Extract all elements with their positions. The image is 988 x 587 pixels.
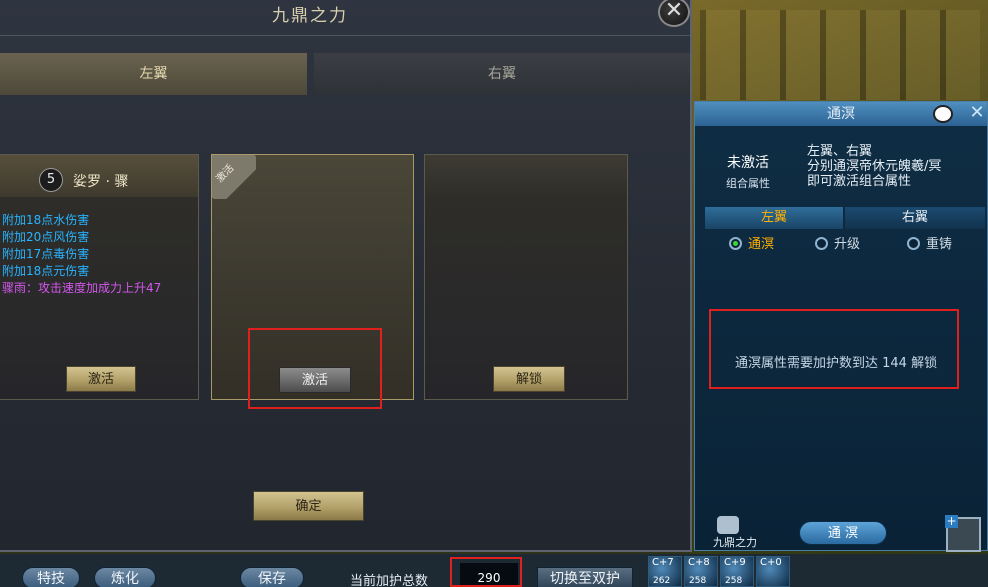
close-icon[interactable]: ✕ xyxy=(967,103,987,123)
card-header: 5 娑罗 · 骤 xyxy=(0,155,198,197)
status-subtext: 组合属性 xyxy=(726,177,770,190)
title-divider xyxy=(0,35,690,36)
confirm-button[interactable]: 确定 xyxy=(253,491,364,521)
total-label: 当前加护总数 xyxy=(350,574,429,587)
radio-selected-icon xyxy=(729,237,742,250)
nine-cauldron-window: 九鼎之力 左翼 右翼 5 娑罗 · 骤 附加18点水伤害 附加20点风伤害 附加… xyxy=(0,0,692,552)
switch-dual-button[interactable]: 切换至双护 xyxy=(537,567,633,587)
radio-upgrade[interactable]: 升级 xyxy=(815,234,860,256)
equipment-slot[interactable]: C+9 258 xyxy=(720,556,754,587)
tab-left-wing[interactable]: 左翼 xyxy=(0,53,307,95)
tongming-button[interactable]: 通 溟 xyxy=(799,521,887,545)
panel-tab-left-wing[interactable]: 左翼 xyxy=(705,207,843,229)
equipment-slot[interactable]: C+7 262 xyxy=(648,556,682,587)
activated-ribbon: 激活 xyxy=(212,155,256,199)
special-attribute: 骤雨：攻击速度加成力上升47 xyxy=(2,281,162,295)
highlight-frame xyxy=(709,309,959,389)
panel-tab-right-wing[interactable]: 右翼 xyxy=(845,207,985,229)
attribute-line: 附加18点元伤害 xyxy=(2,264,90,278)
wing-card-1: 5 娑罗 · 骤 附加18点水伤害 附加20点风伤害 附加17点毒伤害 附加18… xyxy=(0,154,199,400)
activate-button[interactable]: 激活 xyxy=(66,366,136,392)
cauldron-icon[interactable] xyxy=(717,516,739,534)
attribute-line: 附加18点水伤害 xyxy=(2,213,90,227)
radio-icon xyxy=(815,237,828,250)
save-button[interactable]: 保存 xyxy=(240,567,304,587)
add-icon[interactable]: + xyxy=(945,515,958,528)
unlock-button[interactable]: 解锁 xyxy=(493,366,565,392)
status-text: 未激活 xyxy=(727,155,769,171)
wing-card-3: 解锁 xyxy=(424,154,628,400)
highlight-frame xyxy=(450,557,522,587)
tab-right-wing[interactable]: 右翼 xyxy=(314,53,690,95)
highlight-frame xyxy=(248,328,382,409)
attribute-line: 附加20点风伤害 xyxy=(2,230,90,244)
radio-tongming[interactable]: 通溟 xyxy=(729,234,774,256)
panda-icon xyxy=(933,105,953,123)
desc-line: 即可激活组合属性 xyxy=(807,174,912,189)
cauldron-label: 九鼎之力 xyxy=(713,536,757,549)
combo-status: 未激活 组合属性 xyxy=(703,132,793,196)
window-title: 九鼎之力 xyxy=(272,6,348,26)
refine-button[interactable]: 炼化 xyxy=(94,567,156,587)
radio-recast[interactable]: 重铸 xyxy=(907,234,952,256)
radio-icon xyxy=(907,237,920,250)
equipment-slot[interactable]: C+0 xyxy=(756,556,790,587)
skill-button[interactable]: 特技 xyxy=(22,567,80,587)
equipment-slot[interactable]: C+8 258 xyxy=(684,556,718,587)
attribute-line: 附加17点毒伤害 xyxy=(2,247,90,261)
desc-line: 分别通溟帝休元魄羲/冥 xyxy=(807,159,942,174)
combo-description: 左翼、右翼 分别通溟帝休元魄羲/冥 即可激活组合属性 xyxy=(807,144,982,189)
level-badge: 5 xyxy=(39,168,63,192)
tongming-panel: 通溟 ✕ 未激活 组合属性 左翼、右翼 分别通溟帝休元魄羲/冥 即可激活组合属性… xyxy=(694,101,988,552)
card-name: 娑罗 · 骤 xyxy=(73,174,129,190)
desc-line: 左翼、右翼 xyxy=(807,144,873,159)
